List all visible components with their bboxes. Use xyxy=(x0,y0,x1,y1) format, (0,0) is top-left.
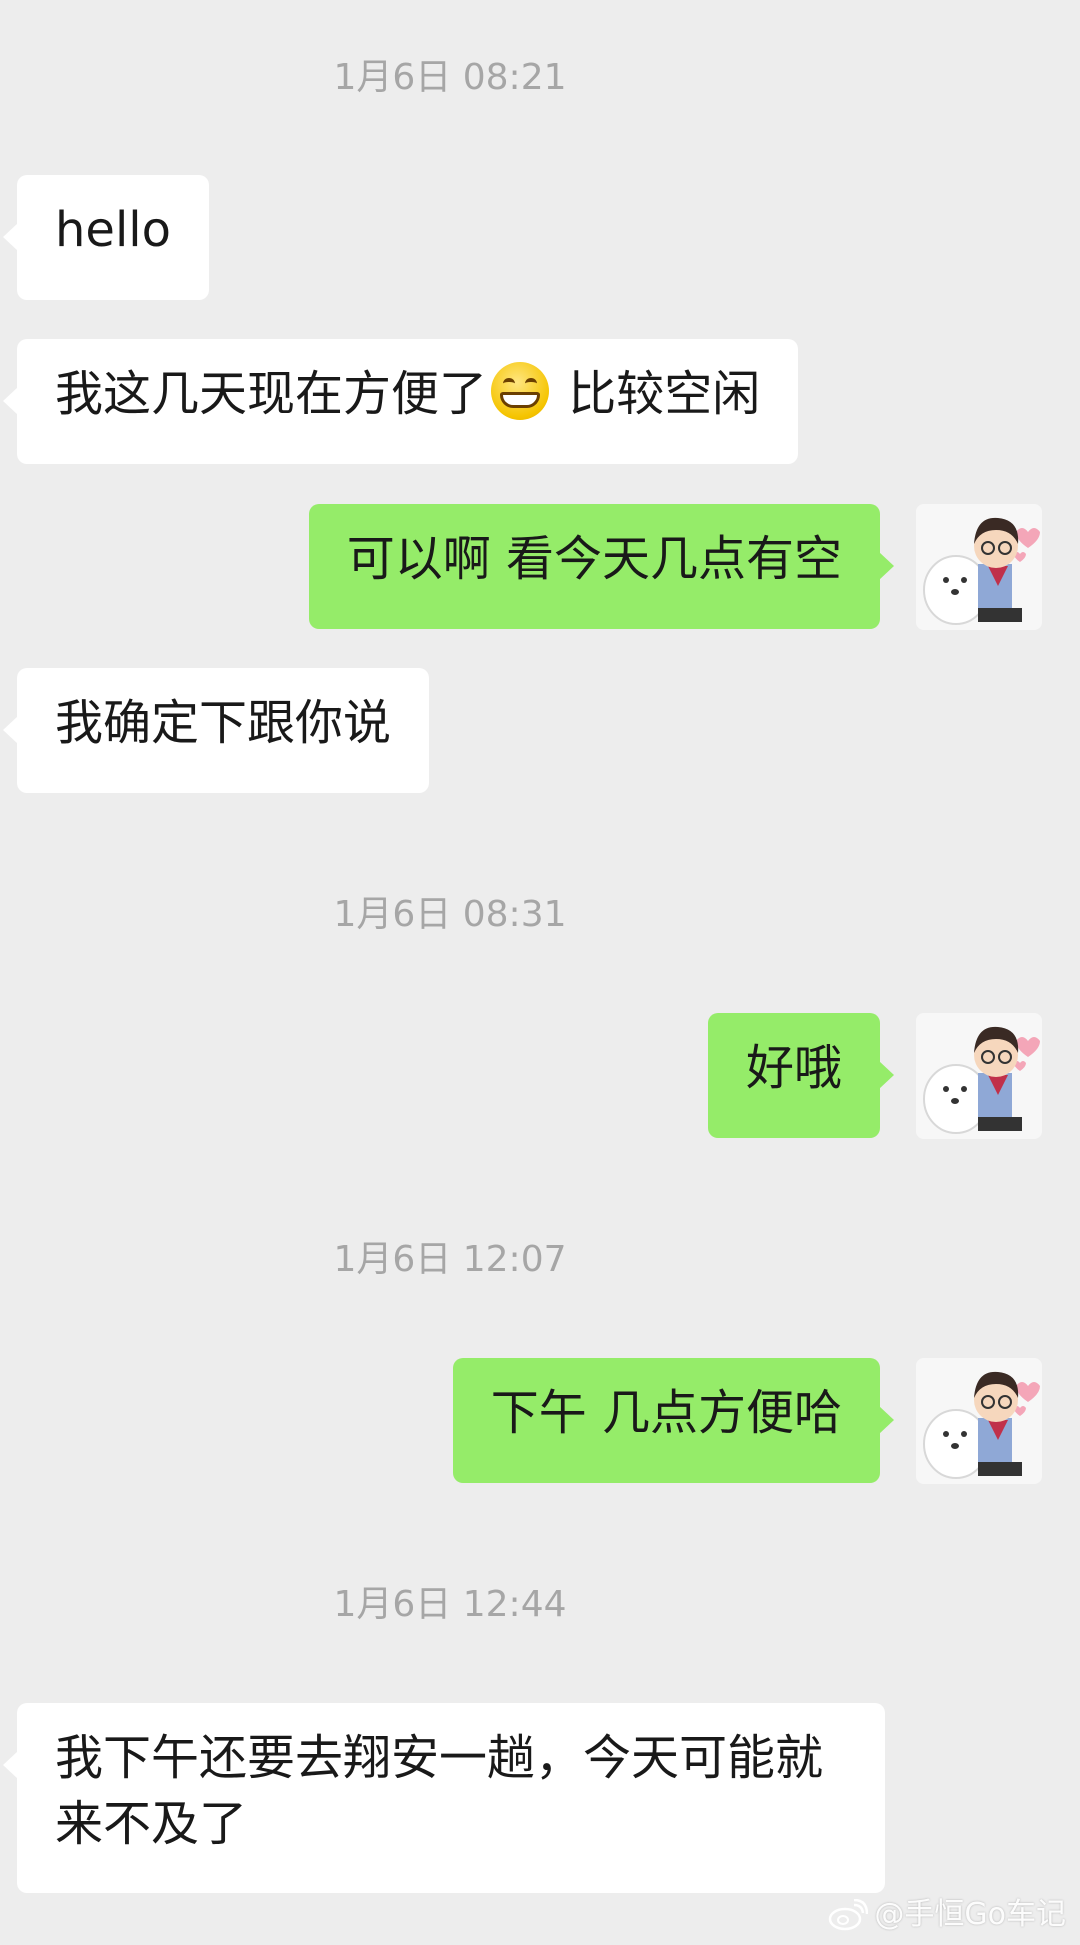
timestamp: 1月6日 12:07 xyxy=(333,1239,567,1280)
avatar-image xyxy=(916,504,1042,630)
outgoing-message[interactable]: 好哦 xyxy=(707,1013,895,1138)
boy-with-dog-avatar[interactable] xyxy=(916,1013,1042,1139)
weibo-icon xyxy=(829,1899,869,1931)
watermark: @手恒Go车记 xyxy=(828,1895,1066,1935)
message-text: 我这几天现在方便了 xyxy=(55,366,488,422)
chat-window: 1月6日 08:21 hello 我这几天现在方便了 比较空闲 可以啊 看今天几… xyxy=(0,0,1080,1945)
boy-with-dog-avatar[interactable] xyxy=(916,504,1042,630)
avatar-image xyxy=(916,1013,1042,1139)
incoming-message[interactable]: 我下午还要去翔安一趟，今天可能就来不及了 xyxy=(3,1703,885,1893)
incoming-message[interactable]: 我确定下跟你说 xyxy=(2,668,430,793)
timestamp: 1月6日 12:44 xyxy=(333,1584,567,1625)
incoming-message[interactable]: 我这几天现在方便了 比较空闲 xyxy=(2,339,799,464)
avatar-image xyxy=(916,1358,1042,1484)
timestamp: 1月6日 08:31 xyxy=(333,894,567,935)
message-text: 比较空闲 xyxy=(553,366,761,422)
timestamp: 1月6日 08:21 xyxy=(333,57,567,98)
boy-with-dog-avatar[interactable] xyxy=(916,1358,1042,1484)
grinning-face-emoji xyxy=(491,362,550,420)
watermark-text: @手恒Go车记 xyxy=(874,1897,1066,1932)
outgoing-message[interactable]: 下午 几点方便哈 xyxy=(452,1358,895,1483)
incoming-message[interactable]: hello xyxy=(3,175,209,300)
outgoing-message[interactable]: 可以啊 看今天几点有空 xyxy=(308,504,895,629)
